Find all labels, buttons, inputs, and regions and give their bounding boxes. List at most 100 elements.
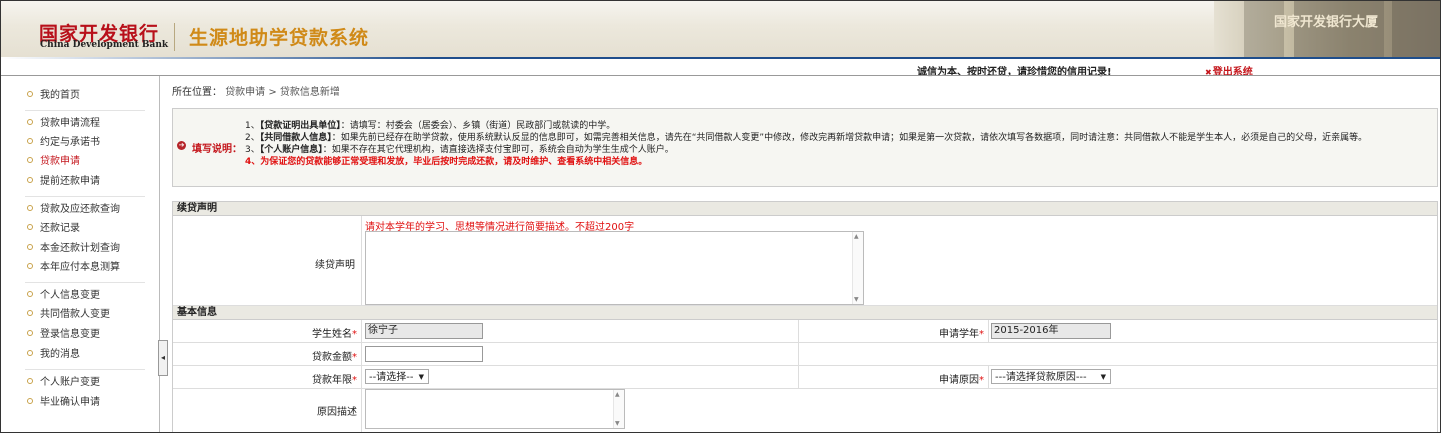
continue-statement-label: 续贷声明 xyxy=(315,260,355,271)
loan-term-selected: --请选择-- xyxy=(369,372,414,383)
chevron-down-icon: ▼ xyxy=(1100,373,1106,381)
sidebar-item-principal-plan[interactable]: 本金还款计划查询 xyxy=(27,241,120,257)
bullet-icon xyxy=(27,378,33,384)
instructions-label: 填写说明： xyxy=(192,144,242,155)
breadcrumb-path[interactable]: 贷款申请 > 贷款信息新增 xyxy=(225,87,340,98)
column-divider xyxy=(361,389,362,432)
reason-desc-label: 原因描述 xyxy=(317,407,357,418)
sidebar-item-agreement[interactable]: 约定与承诺书 xyxy=(27,135,100,151)
sidebar-item-loan-process[interactable]: 贷款申请流程 xyxy=(27,116,100,132)
sidebar-item-label: 个人信息变更 xyxy=(40,290,100,301)
bullet-icon xyxy=(27,91,33,97)
sidebar-item-coborrower[interactable]: 共同借款人变更 xyxy=(27,307,110,323)
logo-divider xyxy=(174,23,175,51)
sidebar-item-label: 贷款申请 xyxy=(40,156,80,167)
sidebar-item-personal-info[interactable]: 个人信息变更 xyxy=(27,288,100,304)
sidebar-item-label: 贷款及应还款查询 xyxy=(40,204,120,215)
bullet-icon xyxy=(27,330,33,336)
scroll-down-icon: ▼ xyxy=(854,296,859,303)
column-divider xyxy=(798,343,799,365)
column-divider xyxy=(361,216,362,305)
sidebar-item-label: 提前还款申请 xyxy=(40,176,100,187)
breadcrumb-label: 所在位置： xyxy=(172,87,222,98)
bullet-icon xyxy=(27,291,33,297)
instruction-item: 2、【共同借款人信息】：如果先前已经存在助学贷款，使用系统默认反显的信息即可，如… xyxy=(245,133,1368,143)
textarea-scrollbar[interactable]: ▲ ▼ xyxy=(613,390,624,428)
sidebar-item-label: 共同借款人变更 xyxy=(40,309,110,320)
sidebar-item-home[interactable]: 我的首页 xyxy=(27,88,80,104)
sidebar-item-repay-record[interactable]: 还款记录 xyxy=(27,221,80,237)
column-divider xyxy=(361,343,362,365)
bullet-icon xyxy=(27,138,33,144)
bullet-icon xyxy=(27,177,33,183)
header: 国家开发银行 China Development Bank 生源地助学贷款系统 … xyxy=(1,1,1440,78)
sidebar-item-label: 登录信息变更 xyxy=(40,329,100,340)
scroll-up-icon: ▲ xyxy=(854,233,859,240)
loan-term-select[interactable]: --请选择-- ▼ xyxy=(365,369,429,384)
sidebar-divider xyxy=(25,110,145,111)
instructions-panel: ➔ 填写说明： 1、【贷款证明出具单位】：请填写：村委会（居委会）、乡镇（街道）… xyxy=(172,108,1438,187)
instructions-list: 1、【贷款证明出具单位】：请填写：村委会（居委会）、乡镇（街道）民政部门或就读的… xyxy=(245,120,1367,168)
apply-year-label: 申请学年* xyxy=(939,329,984,340)
sidebar-item-prepay[interactable]: 提前还款申请 xyxy=(27,174,100,190)
sidebar-divider xyxy=(25,196,145,197)
sidebar-collapse-handle[interactable]: ◂ xyxy=(158,340,168,376)
sidebar-item-messages[interactable]: 我的消息 xyxy=(27,347,80,363)
sidebar-item-loan-apply[interactable]: 贷款申请 xyxy=(27,154,80,170)
bullet-icon xyxy=(27,224,33,230)
section-header-continue: 续贷声明 xyxy=(173,202,1437,216)
bullet-icon xyxy=(27,350,33,356)
sidebar-item-label: 毕业确认申请 xyxy=(40,397,100,408)
arrow-right-icon: ➔ xyxy=(177,141,186,150)
sidebar-divider xyxy=(25,369,145,370)
continue-statement-row: 请对本学年的学习、思想等情况进行简要描述。不超过200字 续贷声明 ▲ ▼ xyxy=(173,216,1437,306)
loan-form: 续贷声明 请对本学年的学习、思想等情况进行简要描述。不超过200字 续贷声明 ▲… xyxy=(172,201,1438,432)
app-window: 国家开发银行 China Development Bank 生源地助学贷款系统 … xyxy=(0,0,1441,433)
section-title: 续贷声明 xyxy=(177,203,217,214)
sidebar-item-label: 本金还款计划查询 xyxy=(40,243,120,254)
textarea-scrollbar[interactable]: ▲ ▼ xyxy=(852,232,863,304)
section-header-basic: 基本信息 xyxy=(173,306,1437,320)
building-sign: 国家开发银行大厦 xyxy=(1274,15,1379,30)
loan-amount-label: 贷款金额* xyxy=(312,352,357,363)
sidebar-item-login-info[interactable]: 登录信息变更 xyxy=(27,327,100,343)
instruction-item: 3、【个人账户信息】：如果不存在其它代理机构，请直接选择支付宝即可，系统会自动为… xyxy=(245,145,674,155)
chevron-down-icon: ▼ xyxy=(418,373,424,381)
chevron-left-icon: ◂ xyxy=(160,353,165,362)
column-divider xyxy=(988,320,989,342)
continue-statement-textarea[interactable]: ▲ ▼ xyxy=(365,231,864,305)
sidebar-item-label: 我的消息 xyxy=(40,349,80,360)
section-title: 基本信息 xyxy=(177,307,217,318)
scroll-down-icon: ▼ xyxy=(615,420,620,427)
bank-logo-en: China Development Bank xyxy=(40,40,169,50)
sidebar-item-label: 个人账户变更 xyxy=(40,377,100,388)
header-bottom-border xyxy=(1,75,1440,76)
system-title: 生源地助学贷款系统 xyxy=(189,27,370,49)
loan-term-label: 贷款年限* xyxy=(312,375,357,386)
logout-label: 登出系统 xyxy=(1212,67,1253,78)
bullet-icon xyxy=(27,310,33,316)
bullet-icon xyxy=(27,263,33,269)
reason-desc-textarea[interactable]: ▲ ▼ xyxy=(365,389,625,429)
bullet-icon xyxy=(27,205,33,211)
bullet-icon xyxy=(27,398,33,404)
sidebar-item-account[interactable]: 个人账户变更 xyxy=(27,375,100,391)
apply-year-input[interactable]: 2015-2016年 xyxy=(991,323,1111,339)
form-row: 贷款年限* --请选择-- ▼ 申请原因* ---请选择贷款原因--- ▼ xyxy=(173,366,1437,389)
sidebar-item-graduation[interactable]: 毕业确认申请 xyxy=(27,395,100,411)
form-row: 原因描述 ▲ ▼ xyxy=(173,389,1437,432)
sidebar-item-interest-calc[interactable]: 本年应付本息测算 xyxy=(27,260,120,276)
column-divider xyxy=(988,366,989,388)
apply-reason-select[interactable]: ---请选择贷款原因--- ▼ xyxy=(991,369,1111,384)
sidebar-item-label: 我的首页 xyxy=(40,90,80,101)
loan-amount-input[interactable] xyxy=(365,346,483,362)
form-row: 学生姓名* 徐宁子 申请学年* 2015-2016年 xyxy=(173,320,1437,343)
column-divider xyxy=(361,320,362,342)
breadcrumb: 所在位置： 贷款申请 > 贷款信息新增 xyxy=(172,83,340,98)
scroll-up-icon: ▲ xyxy=(615,391,620,398)
form-row: 贷款金额* xyxy=(173,343,1437,366)
apply-reason-label: 申请原因* xyxy=(939,375,984,386)
building-photo: 国家开发银行大厦 xyxy=(1214,1,1440,57)
student-name-input[interactable]: 徐宁子 xyxy=(365,323,483,339)
sidebar-item-loan-query[interactable]: 贷款及应还款查询 xyxy=(27,202,120,218)
